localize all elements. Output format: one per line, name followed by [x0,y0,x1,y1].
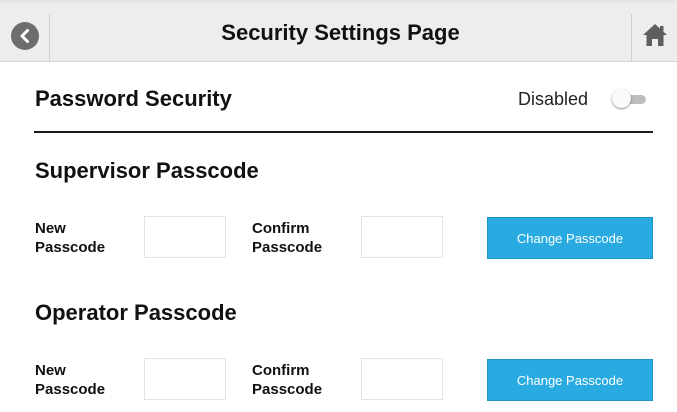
operator-confirm-passcode-field[interactable] [361,358,443,400]
supervisor-passcode-title: Supervisor Passcode [35,158,259,183]
section-divider [34,131,653,133]
supervisor-confirm-passcode-field[interactable] [361,216,443,258]
operator-confirm-passcode-label: Confirm Passcode [252,361,322,399]
supervisor-confirm-passcode-label: Confirm Passcode [252,219,322,257]
supervisor-new-passcode-field[interactable] [144,216,226,258]
back-button[interactable] [0,14,50,62]
home-icon [641,22,669,53]
password-security-title: Password Security [35,86,232,111]
supervisor-change-passcode-button[interactable]: Change Passcode [487,217,653,259]
label-line: New [35,362,66,379]
label-line: Passcode [252,239,323,256]
label-line: Confirm [252,362,310,379]
label-line: Passcode [35,239,106,256]
security-settings-screen: Security Settings Page Password Security… [0,0,677,412]
chevron-left-icon [10,22,39,50]
operator-new-passcode-label: New Passcode [35,361,105,399]
password-security-status: Disabled [518,89,589,109]
label-line: Passcode [35,381,106,398]
operator-change-passcode-button[interactable]: Change Passcode [487,359,653,401]
page-title: Security Settings Page [221,20,460,45]
label-line: Passcode [252,381,323,398]
header-top-line [0,0,677,3]
home-button[interactable] [631,14,677,62]
supervisor-new-passcode-label: New Passcode [35,219,105,257]
toggle-knob [612,89,631,108]
header-bar: Security Settings Page [0,0,677,62]
operator-new-passcode-field[interactable] [144,358,226,400]
label-line: Confirm [252,220,310,237]
password-security-toggle[interactable] [610,88,648,110]
label-line: New [35,220,66,237]
operator-passcode-title: Operator Passcode [35,300,237,325]
